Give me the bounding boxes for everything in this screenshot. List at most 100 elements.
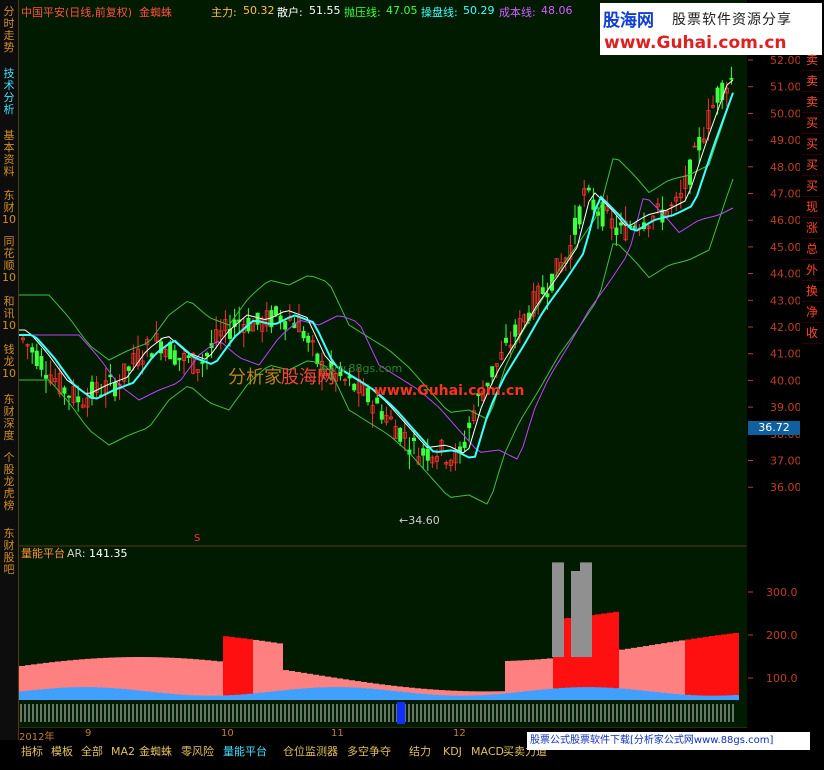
gray-platform-bar — [552, 562, 564, 657]
indicator-name: 金蜘蛛 — [139, 6, 172, 19]
bottom-tab[interactable]: KDJ — [441, 744, 464, 760]
base-volume-bar — [31, 690, 37, 700]
tab-fenshi[interactable]: 分时走势 — [1, 6, 17, 54]
tab-guba[interactable]: 东财股吧 — [1, 528, 17, 576]
signal-tab[interactable]: 换 — [802, 281, 822, 302]
tab-dongcai[interactable]: 东财10 — [1, 190, 17, 226]
price-label: 37.00 — [770, 455, 800, 468]
candle-body — [688, 159, 693, 185]
base-volume-bar — [91, 687, 97, 700]
candle-body — [379, 411, 384, 420]
price-label: 43.00 — [770, 294, 800, 307]
signal-tab[interactable]: 净 — [802, 302, 822, 323]
signal-tab[interactable]: 买 — [802, 176, 822, 197]
base-volume-bar — [583, 687, 589, 700]
volume-bar — [247, 639, 253, 700]
price-label: 41.00 — [770, 348, 800, 361]
candle-body — [411, 437, 416, 441]
candle-body — [168, 342, 173, 360]
bottom-tab[interactable]: 模板 — [49, 744, 75, 760]
base-volume-bar — [541, 689, 547, 700]
signal-tab[interactable]: 卖 — [802, 71, 822, 92]
candle-body — [301, 330, 306, 339]
tab-hexun[interactable]: 和讯10 — [1, 296, 17, 332]
candle-body — [600, 201, 605, 227]
bottom-tab[interactable]: 量能平台 — [221, 744, 269, 760]
chengben-label: 成本线: — [499, 6, 536, 19]
base-volume-bar — [19, 691, 25, 700]
base-volume-bar — [415, 693, 421, 700]
signal-tab[interactable]: 买 — [802, 113, 822, 134]
base-volume-bar — [595, 687, 601, 700]
signal-tab[interactable]: 总 — [802, 239, 822, 260]
base-volume-bar — [391, 690, 397, 700]
bottom-tab[interactable]: 金蜘蛛 — [137, 744, 174, 760]
tab-dongcai-depth[interactable]: 东财深度 — [1, 394, 17, 442]
bottom-tab[interactable]: 指标 — [19, 744, 45, 760]
logo-url: www.Guhai.com.cn — [604, 33, 787, 53]
price-label: 51.00 — [770, 81, 800, 94]
base-volume-bar — [577, 687, 583, 700]
bottom-tab[interactable]: MA2 — [109, 744, 137, 760]
base-volume-bar — [403, 692, 409, 700]
bottom-tab[interactable]: 零风险 — [179, 744, 216, 760]
base-volume-bar — [103, 687, 109, 700]
bottom-tab[interactable]: 仓位监测器 — [281, 744, 340, 760]
signal-tab[interactable]: 现 — [802, 197, 822, 218]
base-volume-bar — [97, 687, 103, 700]
base-volume-bar — [337, 687, 343, 700]
base-volume-bar — [373, 689, 379, 700]
paoya-label: 抛压线: — [344, 6, 381, 19]
base-volume-bar — [475, 695, 481, 700]
signal-tab-extra[interactable]: 收 — [802, 323, 822, 344]
candle-body — [467, 422, 472, 429]
candle-body — [76, 396, 81, 403]
signal-tab[interactable]: 卖 — [802, 50, 822, 71]
zhuli-label: 主力: — [211, 6, 237, 19]
base-volume-bar — [295, 688, 301, 700]
bottom-tab[interactable]: 全部 — [79, 744, 105, 760]
price-label: 36.00 — [770, 481, 800, 494]
download-notice[interactable]: 股票公式股票软件下载[分析家公式网www.88gs.com] — [527, 732, 810, 750]
tab-qianlong[interactable]: 钱龙10 — [1, 344, 17, 380]
base-volume-bar — [667, 693, 673, 700]
caopan-value: 50.29 — [463, 4, 495, 17]
candle-body — [30, 347, 35, 353]
signal-tab[interactable]: 买 — [802, 155, 822, 176]
tab-jishu[interactable]: 技术分析 — [1, 68, 17, 116]
base-volume-bar — [631, 689, 637, 700]
volume-bar — [193, 659, 199, 700]
base-volume-bar — [121, 689, 127, 700]
candle-body — [204, 352, 209, 357]
base-volume-bar — [679, 694, 685, 700]
signal-tab[interactable]: 卖 — [802, 92, 822, 113]
tab-jiben[interactable]: 基本资料 — [1, 130, 17, 178]
guhai-logo: 股海网 股票软件资源分享 www.Guhai.com.cn — [600, 3, 822, 55]
base-volume-bar — [241, 694, 247, 700]
base-volume-bar — [445, 695, 451, 700]
candle-body — [398, 427, 403, 442]
price-label: 42.00 — [770, 321, 800, 334]
base-volume-bar — [691, 695, 697, 700]
tab-tonghuashun[interactable]: 同花顺10 — [1, 236, 17, 284]
low-marker: ←34.60 — [399, 514, 440, 527]
bottom-tab[interactable]: 多空争夺 — [345, 744, 393, 760]
base-volume-bar — [307, 687, 313, 700]
base-volume-bar — [619, 688, 625, 700]
stock-title: 中国平安(日线,前复权) — [21, 6, 133, 19]
tab-longhubang[interactable]: 个股龙虎榜 — [1, 452, 17, 512]
base-volume-bar — [457, 695, 463, 700]
signal-tab[interactable]: 买 — [802, 134, 822, 155]
signal-tab[interactable]: 涨 — [802, 218, 822, 239]
bottom-tab[interactable]: 结力 — [407, 744, 433, 760]
current-price-tag: 36.72 — [748, 421, 800, 435]
candle-body — [39, 356, 44, 370]
candle-body — [273, 306, 278, 316]
chart-area[interactable]: 分析家 股海网 www.88gs.com www.Guhai.com.cn ←3… — [19, 0, 747, 729]
candle-body — [425, 448, 430, 461]
base-volume-bar — [601, 687, 607, 700]
price-label: 45.00 — [770, 241, 800, 254]
signal-tab[interactable]: 外 — [802, 260, 822, 281]
candle-body — [186, 355, 191, 359]
panel2-ar-label: AR: — [67, 547, 86, 560]
